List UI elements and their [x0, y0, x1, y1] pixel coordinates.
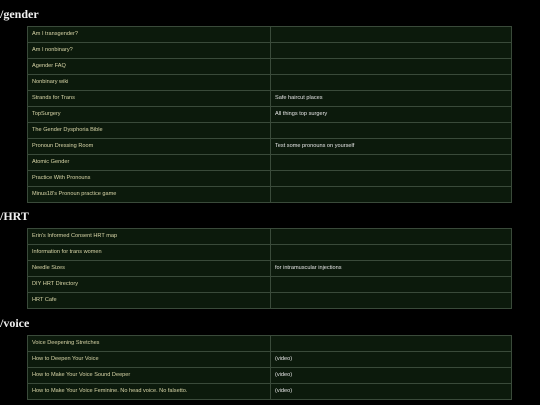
row-note: [270, 74, 512, 91]
link-voice-deepening-stretches[interactable]: Voice Deepening Stretches: [32, 340, 99, 346]
link-diy-hrt-directory[interactable]: DIY HRT Directory: [32, 281, 78, 287]
row-note: [270, 276, 512, 293]
link-am-i-transgender[interactable]: Am I transgender?: [32, 31, 78, 37]
link-minus18-pronoun-game[interactable]: Minus18's Pronoun practice game: [32, 191, 116, 197]
table-row: Minus18's Pronoun practice game: [27, 186, 512, 203]
table-row: Pronoun Dressing Room Test some pronouns…: [27, 138, 512, 155]
row-note: Safe haircut places: [270, 90, 512, 107]
table-row: Needle Sizes for intramuscular injection…: [27, 260, 512, 277]
link-needle-sizes[interactable]: Needle Sizes: [32, 265, 65, 271]
row-note: (video): [270, 383, 512, 400]
link-am-i-nonbinary[interactable]: Am I nonbinary?: [32, 47, 73, 53]
row-note: [270, 186, 512, 203]
table-row: Erin's Informed Consent HRT map: [27, 228, 512, 245]
link-how-to-deepen-voice[interactable]: How to Deepen Your Voice: [32, 356, 99, 362]
link-voice-feminine[interactable]: How to Make Your Voice Feminine. No head…: [32, 388, 187, 394]
row-note: for intramuscular injections: [270, 260, 512, 277]
link-practice-with-pronouns[interactable]: Practice With Pronouns: [32, 175, 90, 181]
gender-links-table: Am I transgender? Am I nonbinary? Agende…: [27, 26, 512, 203]
table-row: Voice Deepening Stretches: [27, 335, 512, 352]
table-row: HRT Cafe: [27, 292, 512, 309]
section-heading-hrt: /HRT: [0, 209, 29, 223]
row-note: [270, 58, 512, 75]
link-info-trans-women[interactable]: Information for trans women: [32, 249, 102, 255]
row-note: (video): [270, 367, 512, 384]
table-row: How to Make Your Voice Feminine. No head…: [27, 383, 512, 400]
table-row: Am I nonbinary?: [27, 42, 512, 59]
row-note: [270, 228, 512, 245]
table-row: Am I transgender?: [27, 26, 512, 43]
link-gender-dysphoria-bible[interactable]: The Gender Dysphoria Bible: [32, 127, 103, 133]
link-pronoun-dressing-room[interactable]: Pronoun Dressing Room: [32, 143, 93, 149]
section-heading-gender: /gender: [0, 7, 39, 21]
link-hrt-cafe[interactable]: HRT Cafe: [32, 297, 57, 303]
table-row: DIY HRT Directory: [27, 276, 512, 293]
row-note: [270, 122, 512, 139]
table-row: The Gender Dysphoria Bible: [27, 122, 512, 139]
link-voice-sound-deeper[interactable]: How to Make Your Voice Sound Deeper: [32, 372, 130, 378]
table-row: TopSurgery All things top surgery: [27, 106, 512, 123]
link-atomic-gender[interactable]: Atomic Gender: [32, 159, 69, 165]
row-note: [270, 244, 512, 261]
row-note: [270, 26, 512, 43]
table-row: Agender FAQ: [27, 58, 512, 75]
table-row: How to Deepen Your Voice (video): [27, 351, 512, 368]
link-erins-hrt-map[interactable]: Erin's Informed Consent HRT map: [32, 233, 117, 239]
row-note: [270, 335, 512, 352]
row-note: [270, 42, 512, 59]
row-note: [270, 154, 512, 171]
table-row: Information for trans women: [27, 244, 512, 261]
link-strands-for-trans[interactable]: Strands for Trans: [32, 95, 75, 101]
voice-links-table: Voice Deepening Stretches How to Deepen …: [27, 335, 512, 400]
table-row: Strands for Trans Safe haircut places: [27, 90, 512, 107]
section-heading-voice: /voice: [0, 316, 30, 330]
row-note: Test some pronouns on yourself: [270, 138, 512, 155]
table-row: Practice With Pronouns: [27, 170, 512, 187]
table-row: Atomic Gender: [27, 154, 512, 171]
link-nonbinary-wiki[interactable]: Nonbinary wiki: [32, 79, 68, 85]
link-agender-faq[interactable]: Agender FAQ: [32, 63, 66, 69]
link-topsurgery[interactable]: TopSurgery: [32, 111, 61, 117]
row-note: [270, 292, 512, 309]
row-note: (video): [270, 351, 512, 368]
row-note: All things top surgery: [270, 106, 512, 123]
table-row: How to Make Your Voice Sound Deeper (vid…: [27, 367, 512, 384]
table-row: Nonbinary wiki: [27, 74, 512, 91]
row-note: [270, 170, 512, 187]
hrt-links-table: Erin's Informed Consent HRT map Informat…: [27, 228, 512, 309]
